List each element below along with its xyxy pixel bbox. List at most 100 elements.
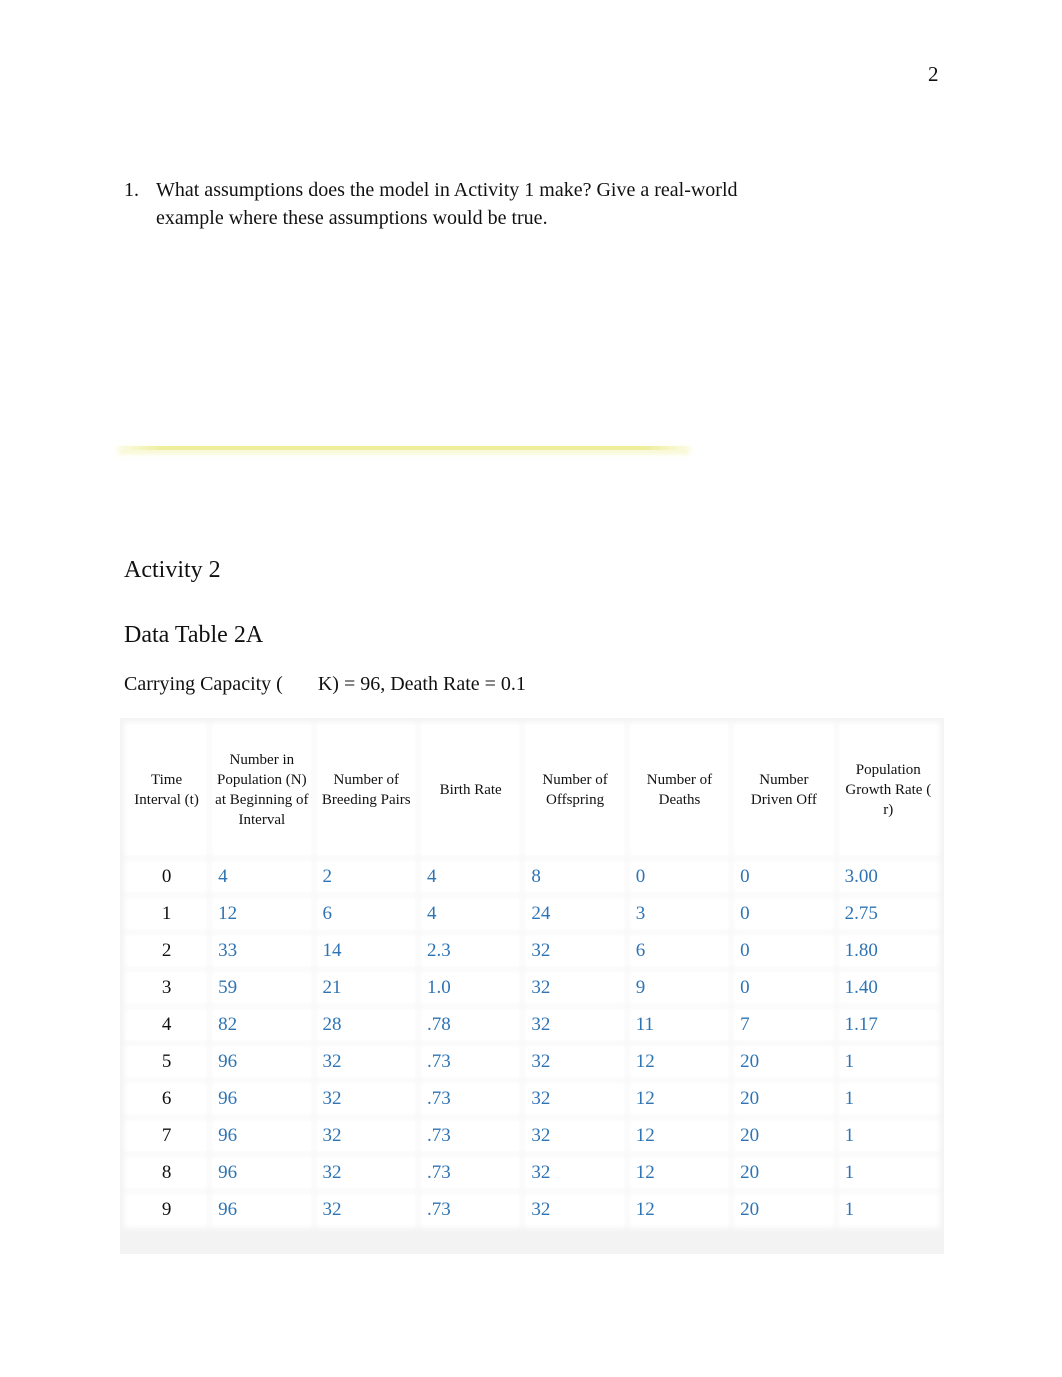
cell-deaths: 11 — [630, 1010, 729, 1040]
cell-offspring: 8 — [526, 862, 624, 892]
cell-offspring: 32 — [526, 1047, 624, 1077]
cell-population: 33 — [213, 936, 311, 966]
cell-offspring: 32 — [526, 973, 624, 1003]
cell-time-interval: 7 — [127, 1121, 207, 1151]
data-table-2a: Time Interval (t) Number in Population (… — [120, 718, 944, 1254]
question-text: What assumptions does the model in Activ… — [156, 179, 738, 229]
cell-breeding-pairs: 32 — [317, 1158, 415, 1188]
cell-offspring: 32 — [526, 1010, 624, 1040]
cell-driven-off: 20 — [735, 1158, 833, 1188]
header-birth-rate: Birth Rate — [421, 725, 520, 855]
cell-driven-off: 20 — [735, 1047, 833, 1077]
cell-breeding-pairs: 21 — [317, 973, 415, 1003]
cell-time-interval: 5 — [127, 1047, 207, 1077]
cell-time-interval: 6 — [127, 1084, 207, 1114]
cell-time-interval: 1 — [127, 899, 207, 929]
cell-growth-rate: 3.00 — [839, 862, 937, 892]
cell-deaths: 12 — [630, 1047, 729, 1077]
cell-driven-off: 0 — [735, 973, 833, 1003]
cell-growth-rate: 1.80 — [839, 936, 937, 966]
table-row: 3 59 21 1.0 32 9 0 1.40 — [127, 973, 937, 1003]
cell-birth-rate: .73 — [421, 1121, 520, 1151]
cell-growth-rate: 1 — [839, 1195, 937, 1225]
cell-deaths: 9 — [630, 973, 729, 1003]
header-breeding-pairs: Number of Breeding Pairs — [317, 725, 415, 855]
header-driven-off: Number Driven Off — [735, 725, 833, 855]
cell-time-interval: 3 — [127, 973, 207, 1003]
cell-deaths: 12 — [630, 1195, 729, 1225]
cell-population: 96 — [213, 1158, 311, 1188]
cell-breeding-pairs: 14 — [317, 936, 415, 966]
cell-birth-rate: 2.3 — [421, 936, 520, 966]
cell-time-interval: 9 — [127, 1195, 207, 1225]
cell-population: 4 — [213, 862, 311, 892]
cell-breeding-pairs: 32 — [317, 1047, 415, 1077]
table-row: 9 96 32.73 32 12 20 1 — [127, 1195, 937, 1225]
cell-time-interval: 2 — [127, 936, 207, 966]
question-number: 1. — [124, 179, 139, 201]
header-growth-rate: Population Growth Rate ( r) — [839, 725, 937, 855]
cell-deaths: 12 — [630, 1121, 729, 1151]
cell-offspring: 32 — [526, 1084, 624, 1114]
cell-population: 96 — [213, 1047, 311, 1077]
cell-birth-rate: .73 — [421, 1158, 520, 1188]
cell-population: 12 — [213, 899, 311, 929]
cell-growth-rate: 1 — [839, 1121, 937, 1151]
cell-population: 82 — [213, 1010, 311, 1040]
cell-growth-rate: 1.17 — [839, 1010, 937, 1040]
table-row: 6 96 32.73 32 12 20 1 — [127, 1084, 937, 1114]
cell-driven-off: 0 — [735, 936, 833, 966]
cell-deaths: 12 — [630, 1084, 729, 1114]
header-offspring: Number of Offspring — [526, 725, 624, 855]
cell-breeding-pairs: 32 — [317, 1121, 415, 1151]
cell-driven-off: 20 — [735, 1121, 833, 1151]
cell-birth-rate: .73 — [421, 1195, 520, 1225]
cell-breeding-pairs: 32 — [317, 1195, 415, 1225]
cell-driven-off: 20 — [735, 1084, 833, 1114]
cell-birth-rate: 4 — [421, 899, 520, 929]
table-row: 0 4 2 4 8 0 0 3.00 — [127, 862, 937, 892]
cell-breeding-pairs: 2 — [317, 862, 415, 892]
cell-birth-rate: .78 — [421, 1010, 520, 1040]
header-deaths: Number of Deaths — [630, 725, 729, 855]
table-heading: Data Table 2A — [124, 622, 264, 648]
highlight-divider — [118, 446, 690, 450]
cell-population: 96 — [213, 1121, 311, 1151]
cell-growth-rate: 1 — [839, 1158, 937, 1188]
cell-breeding-pairs: 28 — [317, 1010, 415, 1040]
cell-offspring: 32 — [526, 1121, 624, 1151]
cell-population: 96 — [213, 1084, 311, 1114]
cell-deaths: 12 — [630, 1158, 729, 1188]
table-row: 5 96 32.73 32 12 20 1 — [127, 1047, 937, 1077]
cell-population: 59 — [213, 973, 311, 1003]
table-row: 2 33 14 2.3 32 6 0 1.80 — [127, 936, 937, 966]
cell-population: 96 — [213, 1195, 311, 1225]
cell-birth-rate: 1.0 — [421, 973, 520, 1003]
cell-offspring: 32 — [526, 1158, 624, 1188]
cell-growth-rate: 2.75 — [839, 899, 937, 929]
cell-offspring: 24 — [526, 899, 624, 929]
table-header-row: Time Interval (t) Number in Population (… — [127, 725, 937, 855]
cell-offspring: 32 — [526, 1195, 624, 1225]
table-row: 1 12 6 4 24 3 0 2.75 — [127, 899, 937, 929]
activity-heading: Activity 2 — [124, 557, 221, 583]
cell-time-interval: 4 — [127, 1010, 207, 1040]
page-number: 2 — [928, 62, 939, 86]
cell-deaths: 6 — [630, 936, 729, 966]
table-row: 7 96 32.73 32 12 20 1 — [127, 1121, 937, 1151]
cell-offspring: 32 — [526, 936, 624, 966]
cell-deaths: 3 — [630, 899, 729, 929]
cell-growth-rate: 1 — [839, 1047, 937, 1077]
cell-breeding-pairs: 6 — [317, 899, 415, 929]
cell-driven-off: 20 — [735, 1195, 833, 1225]
cell-time-interval: 8 — [127, 1158, 207, 1188]
table-row: 8 96 32.73 32 12 20 1 — [127, 1158, 937, 1188]
cell-birth-rate: 4 — [421, 862, 520, 892]
cell-growth-rate: 1 — [839, 1084, 937, 1114]
cell-deaths: 0 — [630, 862, 729, 892]
cell-time-interval: 0 — [127, 862, 207, 892]
cell-growth-rate: 1.40 — [839, 973, 937, 1003]
cell-driven-off: 0 — [735, 862, 833, 892]
header-time-interval: Time Interval (t) — [127, 725, 207, 855]
table-row: 4 82 28.78 32 11 7 1.17 — [127, 1010, 937, 1040]
